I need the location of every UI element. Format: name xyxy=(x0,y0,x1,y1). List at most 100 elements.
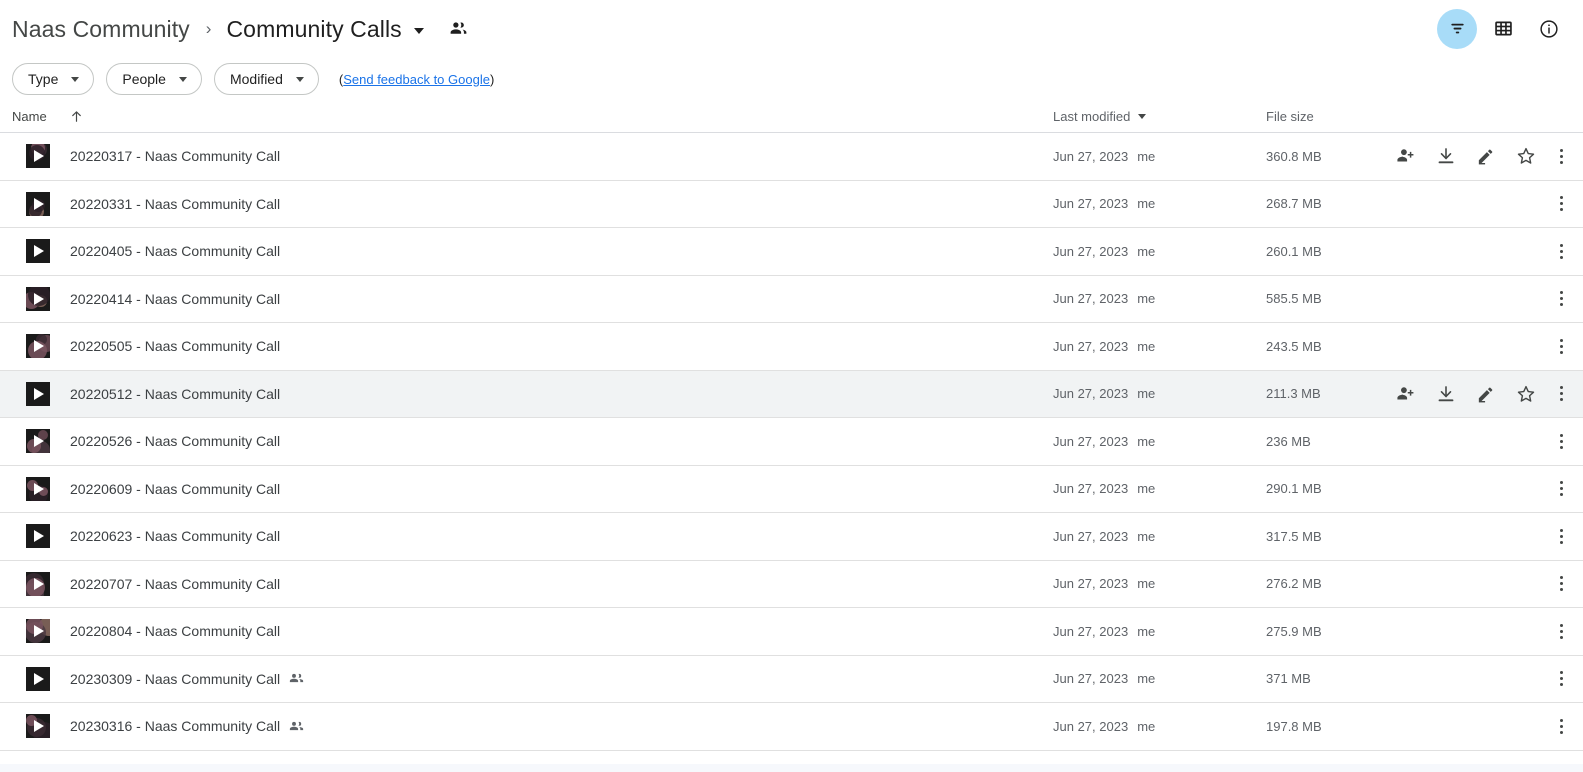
last-modified-cell: Jun 27, 2023 me xyxy=(1053,529,1266,544)
row-actions xyxy=(1396,384,1571,404)
more-vert-icon[interactable] xyxy=(1556,671,1567,687)
star-icon[interactable] xyxy=(1516,384,1536,404)
table-row[interactable]: 20220623 - Naas Community Call Jun 27, 20… xyxy=(0,513,1583,561)
video-thumbnail-icon xyxy=(26,381,50,406)
column-header-file-size[interactable]: File size xyxy=(1266,109,1396,124)
file-size-cell: 268.7 MB xyxy=(1266,196,1322,212)
file-name-label: 20220331 - Naas Community Call xyxy=(70,195,281,212)
file-name-cell[interactable]: 20220317 - Naas Community Call xyxy=(12,144,1053,169)
filter-button[interactable] xyxy=(1437,8,1477,49)
table-row[interactable]: 20220512 - Naas Community Call Jun 27, 20… xyxy=(0,370,1583,418)
more-vert-icon[interactable] xyxy=(1556,386,1567,402)
file-name-cell[interactable]: 20220505 - Naas Community Call xyxy=(12,334,1053,359)
filter-chip-people[interactable]: People xyxy=(106,63,202,95)
file-name-cell[interactable]: 20220804 - Naas Community Call xyxy=(12,619,1053,644)
more-vert-icon[interactable] xyxy=(1556,576,1567,592)
file-size-cell: 317.5 MB xyxy=(1266,528,1322,544)
more-vert-icon[interactable] xyxy=(1556,291,1567,307)
more-vert-icon[interactable] xyxy=(1556,338,1567,354)
column-header-last-modified[interactable]: Last modified xyxy=(1053,109,1266,124)
share-icon[interactable] xyxy=(1396,384,1416,404)
table-row[interactable]: 20220804 - Naas Community Call Jun 27, 20… xyxy=(0,608,1583,656)
file-name-cell[interactable]: 20220526 - Naas Community Call xyxy=(12,429,1053,454)
breadcrumb-item-parent[interactable]: Naas Community xyxy=(12,16,190,42)
file-name-cell[interactable]: 20220707 - Naas Community Call xyxy=(12,571,1053,596)
last-modified-date: Jun 27, 2023 xyxy=(1053,481,1129,497)
table-row[interactable]: 20220317 - Naas Community Call Jun 27, 20… xyxy=(0,133,1583,181)
file-size-cell: 371 MB xyxy=(1266,671,1311,687)
file-rows: 20220317 - Naas Community Call Jun 27, 20… xyxy=(0,133,1583,751)
sort-ascending-icon xyxy=(69,109,84,124)
breadcrumb-bar: Naas Community › Community Calls xyxy=(0,0,1583,57)
grid-view-button[interactable] xyxy=(1483,9,1523,49)
file-name-cell[interactable]: 20220414 - Naas Community Call xyxy=(12,286,1053,311)
file-name-label: 20220505 - Naas Community Call xyxy=(70,338,281,355)
file-name-cell[interactable]: 20230316 - Naas Community Call xyxy=(12,714,1053,739)
last-modified-cell: Jun 27, 2023 me xyxy=(1053,719,1266,734)
table-row[interactable]: 20220707 - Naas Community Call Jun 27, 20… xyxy=(0,561,1583,608)
file-name-cell[interactable]: 20220512 - Naas Community Call xyxy=(12,381,1053,406)
breadcrumb-item-current[interactable]: Community Calls xyxy=(226,16,401,42)
edit-icon[interactable] xyxy=(1476,384,1496,404)
more-vert-icon[interactable] xyxy=(1556,623,1567,639)
file-name-cell[interactable]: 20220623 - Naas Community Call xyxy=(12,524,1053,549)
row-actions xyxy=(1396,716,1571,736)
filter-chip-modified[interactable]: Modified xyxy=(213,63,319,95)
file-size-cell: 275.9 MB xyxy=(1266,623,1322,639)
more-vert-icon[interactable] xyxy=(1556,718,1567,734)
more-vert-icon[interactable] xyxy=(1556,433,1567,449)
last-modified-date: Jun 27, 2023 xyxy=(1053,338,1129,354)
file-name-cell[interactable]: 20230309 - Naas Community Call xyxy=(12,666,1053,691)
edit-icon[interactable] xyxy=(1476,146,1496,166)
row-actions xyxy=(1396,574,1571,594)
more-vert-icon[interactable] xyxy=(1556,196,1567,212)
share-icon[interactable] xyxy=(1396,146,1416,166)
file-name-cell[interactable]: 20220405 - Naas Community Call xyxy=(12,239,1053,264)
column-header-name-label: Name xyxy=(12,109,47,124)
file-size-cell: 360.8 MB xyxy=(1266,148,1322,164)
file-name-label: 20220526 - Naas Community Call xyxy=(70,433,281,450)
more-vert-icon[interactable] xyxy=(1556,481,1567,497)
send-feedback-link[interactable]: Send feedback to Google xyxy=(343,72,490,87)
table-row[interactable]: 20220526 - Naas Community Call Jun 27, 20… xyxy=(0,418,1583,466)
last-modified-cell: Jun 27, 2023 me xyxy=(1053,291,1266,306)
more-vert-icon[interactable] xyxy=(1556,243,1567,259)
file-name-label: 20220512 - Naas Community Call xyxy=(70,385,281,402)
more-vert-icon[interactable] xyxy=(1556,148,1567,164)
topbar-actions xyxy=(1437,0,1569,57)
file-size-cell: 585.5 MB xyxy=(1266,291,1322,307)
last-modified-date: Jun 27, 2023 xyxy=(1053,148,1129,164)
table-row[interactable]: 20230309 - Naas Community Call Jun 27, 20… xyxy=(0,656,1583,703)
table-row[interactable]: 20220609 - Naas Community Call Jun 27, 20… xyxy=(0,466,1583,513)
table-row[interactable]: 20220414 - Naas Community Call Jun 27, 20… xyxy=(0,276,1583,323)
star-icon[interactable] xyxy=(1516,146,1536,166)
file-name-cell[interactable]: 20220609 - Naas Community Call xyxy=(12,476,1053,501)
last-modified-date: Jun 27, 2023 xyxy=(1053,196,1129,212)
last-modified-cell: Jun 27, 2023 me xyxy=(1053,386,1266,401)
row-actions xyxy=(1396,621,1571,641)
table-row[interactable]: 20220505 - Naas Community Call Jun 27, 20… xyxy=(0,323,1583,371)
filter-chip-type[interactable]: Type xyxy=(12,63,95,95)
last-modified-cell: Jun 27, 2023 me xyxy=(1053,576,1266,591)
file-name-label: 20220414 - Naas Community Call xyxy=(70,290,281,307)
last-modified-owner: me xyxy=(1137,338,1156,354)
column-header-last-modified-label: Last modified xyxy=(1053,109,1131,124)
download-icon[interactable] xyxy=(1436,384,1456,404)
file-size-cell: 260.1 MB xyxy=(1266,243,1322,259)
table-row[interactable]: 20220331 - Naas Community Call Jun 27, 20… xyxy=(0,181,1583,228)
table-header-row: Name Last modified File size xyxy=(0,101,1583,133)
filter-chip-modified-label: Modified xyxy=(229,71,283,87)
table-row[interactable]: 20230316 - Naas Community Call Jun 27, 20… xyxy=(0,703,1583,751)
download-icon[interactable] xyxy=(1436,146,1456,166)
more-vert-icon[interactable] xyxy=(1556,528,1567,544)
details-button[interactable] xyxy=(1529,9,1569,49)
chevron-down-icon[interactable] xyxy=(413,27,424,34)
last-modified-owner: me xyxy=(1137,148,1156,164)
filter-chip-row: Type People Modified (Send feedback to G… xyxy=(0,57,1583,101)
row-actions xyxy=(1396,526,1571,546)
file-name-cell[interactable]: 20220331 - Naas Community Call xyxy=(12,191,1053,216)
column-header-name[interactable]: Name xyxy=(12,109,1053,124)
table-row[interactable]: 20220405 - Naas Community Call Jun 27, 20… xyxy=(0,228,1583,276)
file-name-label: 20220707 - Naas Community Call xyxy=(70,575,281,592)
bottom-scroll-strip xyxy=(0,764,1583,772)
